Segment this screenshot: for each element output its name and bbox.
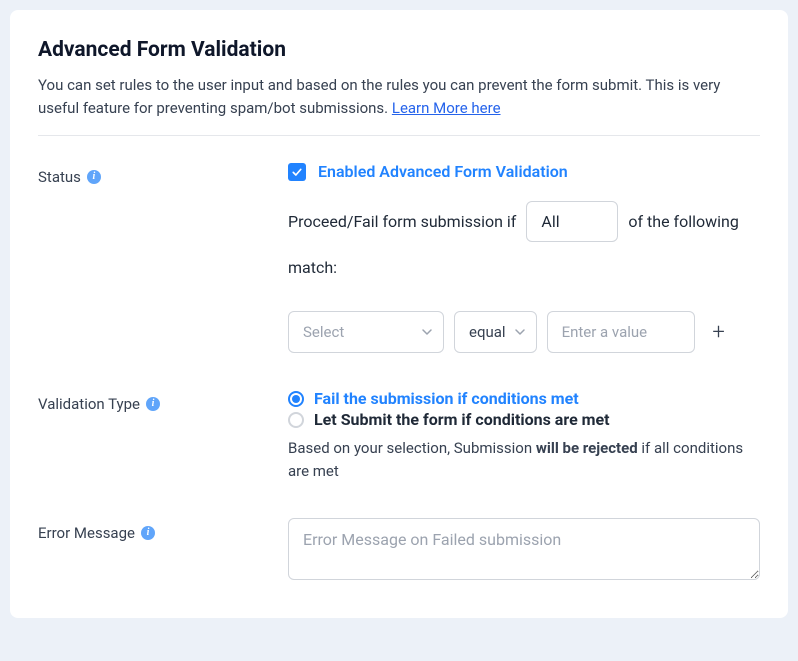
error-message-label: Error Message [38, 524, 135, 542]
radio-fail-label: Fail the submission if conditions met [314, 389, 579, 408]
add-condition-button[interactable]: + [705, 318, 733, 346]
status-label-col: Status i [38, 162, 288, 186]
error-message-label-col: Error Message i [38, 518, 288, 542]
validation-type-label: Validation Type [38, 395, 140, 413]
sentence-pre: Proceed/Fail form submission if [288, 212, 516, 231]
enable-validation-label: Enabled Advanced Form Validation [318, 162, 568, 181]
card-title: Advanced Form Validation [38, 38, 760, 62]
info-icon[interactable]: i [141, 526, 155, 540]
condition-controls: Select equal + [288, 311, 760, 353]
sentence-line2: match: [288, 258, 337, 277]
card-description-text: You can set rules to the user input and … [38, 76, 720, 117]
condition-field-placeholder: Select [303, 323, 344, 341]
radio-fail[interactable] [288, 391, 304, 407]
learn-more-link[interactable]: Learn More here [392, 99, 501, 117]
condition-sentence: Proceed/Fail form submission if All of t… [288, 201, 760, 242]
divider [38, 135, 760, 136]
error-message-textarea[interactable] [288, 518, 760, 580]
validation-type-content: Fail the submission if conditions met Le… [288, 389, 760, 482]
status-row: Status i Enabled Advanced Form Validatio… [38, 162, 760, 353]
condition-operator-value: equal [469, 323, 506, 341]
error-message-content [288, 518, 760, 584]
validation-type-label-col: Validation Type i [38, 389, 288, 413]
condition-operator-select[interactable]: equal [454, 311, 537, 353]
helper-pre: Based on your selection, Submission [288, 439, 536, 457]
chevron-down-icon [514, 326, 526, 338]
info-icon[interactable]: i [146, 397, 160, 411]
info-icon[interactable]: i [87, 170, 101, 184]
sentence-line2-wrap: match: [288, 258, 760, 277]
chevron-down-icon [421, 326, 433, 338]
validation-type-row: Validation Type i Fail the submission if… [38, 389, 760, 482]
condition-field-select[interactable]: Select [288, 311, 444, 353]
plus-icon: + [712, 320, 724, 345]
match-type-value: All [541, 212, 559, 231]
radio-allow-label: Let Submit the form if conditions are me… [314, 410, 610, 429]
sentence-post: of the following [628, 212, 738, 231]
card-description: You can set rules to the user input and … [38, 74, 760, 119]
check-icon [291, 166, 303, 178]
validation-option-allow[interactable]: Let Submit the form if conditions are me… [288, 410, 760, 429]
helper-bold: will be rejected [536, 439, 638, 457]
enable-validation-checkbox-row: Enabled Advanced Form Validation [288, 162, 760, 181]
enable-validation-checkbox[interactable] [288, 163, 306, 181]
status-label: Status [38, 168, 81, 186]
radio-allow[interactable] [288, 412, 304, 428]
match-type-select[interactable]: All [526, 201, 618, 242]
validation-option-fail[interactable]: Fail the submission if conditions met [288, 389, 760, 408]
status-content: Enabled Advanced Form Validation Proceed… [288, 162, 760, 353]
condition-value-input[interactable] [547, 311, 695, 353]
advanced-form-validation-card: Advanced Form Validation You can set rul… [10, 10, 788, 618]
validation-helper-text: Based on your selection, Submission will… [288, 437, 760, 482]
error-message-row: Error Message i [38, 518, 760, 584]
